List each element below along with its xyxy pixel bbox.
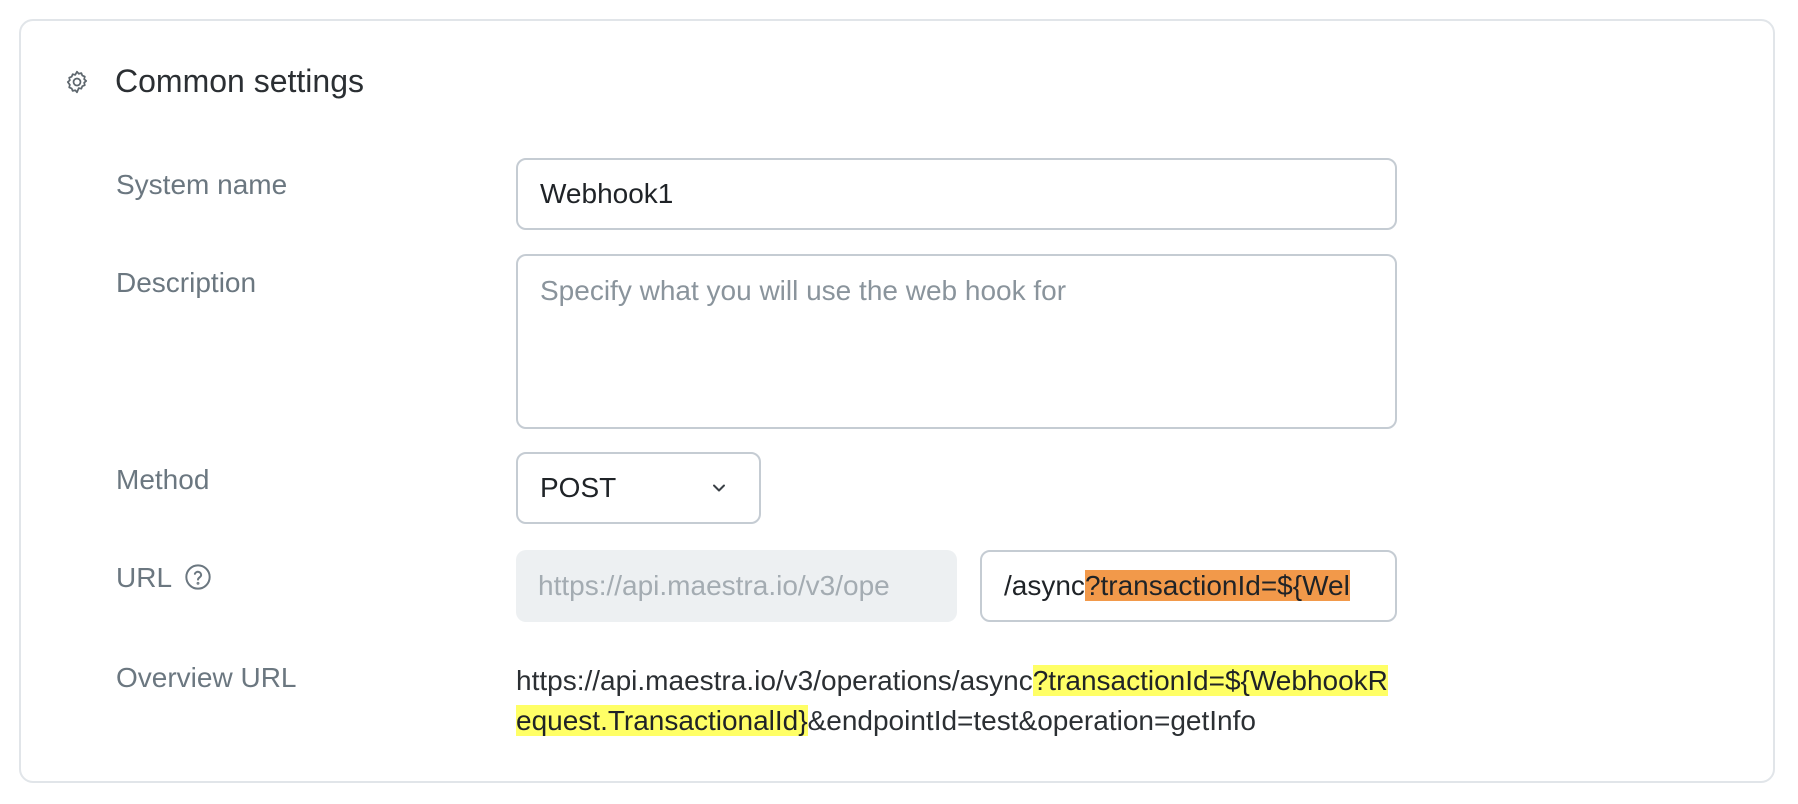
help-circle-icon[interactable] [184,563,212,591]
description-textarea[interactable] [516,254,1397,429]
chevron-down-icon [711,483,727,493]
common-settings-card: Common settings System name Description … [19,19,1775,783]
method-select[interactable]: POST [516,452,761,524]
url-prefix-field: https://api.maestra.io/v3/ope [516,550,957,622]
url-suffix-plain: /async [1004,570,1085,601]
section-header: Common settings [61,63,364,100]
url-label: URL [116,562,173,593]
description-label: Description [116,267,257,298]
url-suffix-input[interactable]: /async?transactionId=${Wel [980,550,1397,622]
overview-url-label: Overview URL [116,662,297,693]
url-suffix-highlight: ?transactionId=${Wel [1084,570,1350,601]
system-name-input[interactable] [516,158,1397,230]
method-selected-value: POST [540,472,617,503]
system-name-label: System name [116,169,288,200]
gear-icon [61,66,93,98]
overview-url-part2: &endpointId=test&operation=getInfo [807,705,1256,736]
overview-url-value: https://api.maestra.io/v3/operations/asy… [516,661,1396,741]
overview-url-part1: https://api.maestra.io/v3/operations/asy… [516,665,1033,696]
section-title: Common settings [115,63,364,99]
method-label: Method [116,464,210,495]
url-label-group: URL [116,562,212,594]
